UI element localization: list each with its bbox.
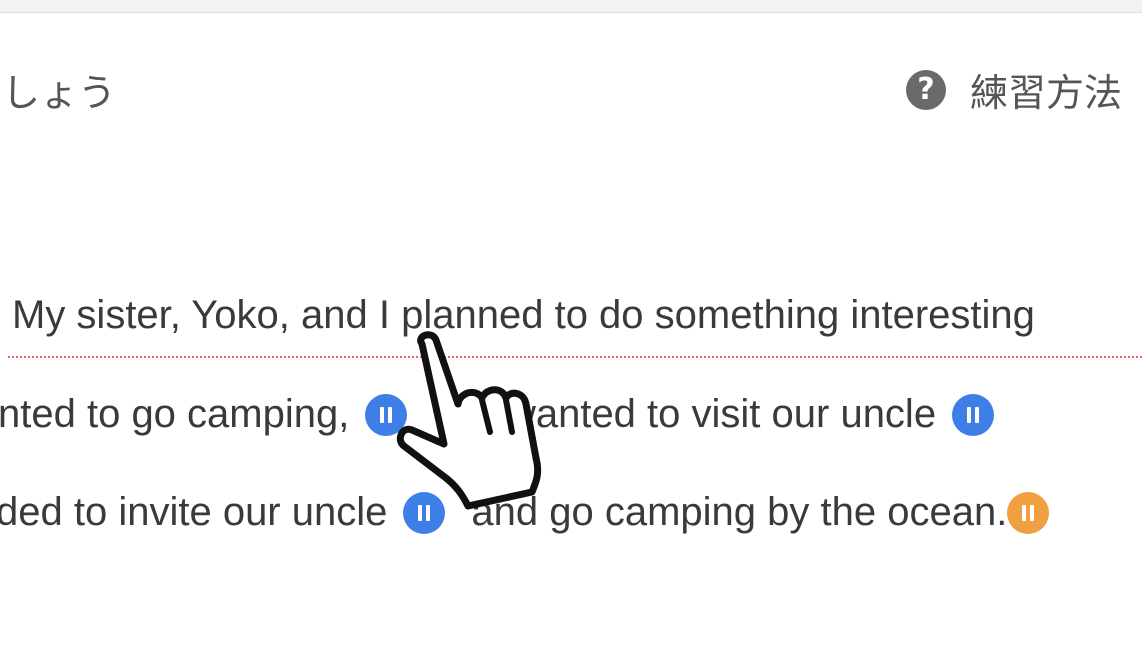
pause-button-active[interactable] <box>1007 491 1050 534</box>
sentence-text[interactable]: d I wanted to visit our uncle <box>451 392 936 437</box>
help-link[interactable]: ? 練習方法 <box>905 62 1122 117</box>
sentence-text[interactable]: ded to invite our uncle <box>0 490 387 535</box>
passage-line-1: My sister, Yoko, and I planned to do som… <box>12 293 1035 338</box>
pause-button[interactable] <box>403 491 446 534</box>
pause-button[interactable] <box>952 393 995 436</box>
help-label[interactable]: 練習方法 <box>970 62 1122 117</box>
instruction-text: しょう <box>2 71 117 115</box>
question-circle-icon[interactable]: ? <box>905 69 946 110</box>
sentence-underline <box>8 356 1142 358</box>
sentence-text[interactable]: and go camping by the ocean. <box>471 490 1007 535</box>
sentence-text[interactable]: nted to go camping, <box>0 392 349 437</box>
practice-page: しょう ? 練習方法 My sister, Yoko, and I planne… <box>0 0 1142 646</box>
passage-line-3: ded to invite our uncle and go camping b… <box>0 490 1050 535</box>
passage-line-2: nted to go camping, d I wanted to visit … <box>0 392 995 437</box>
top-bar <box>0 0 1142 13</box>
pause-button[interactable] <box>365 393 408 436</box>
sentence-text[interactable]: My sister, Yoko, and I planned to do som… <box>12 293 1035 338</box>
